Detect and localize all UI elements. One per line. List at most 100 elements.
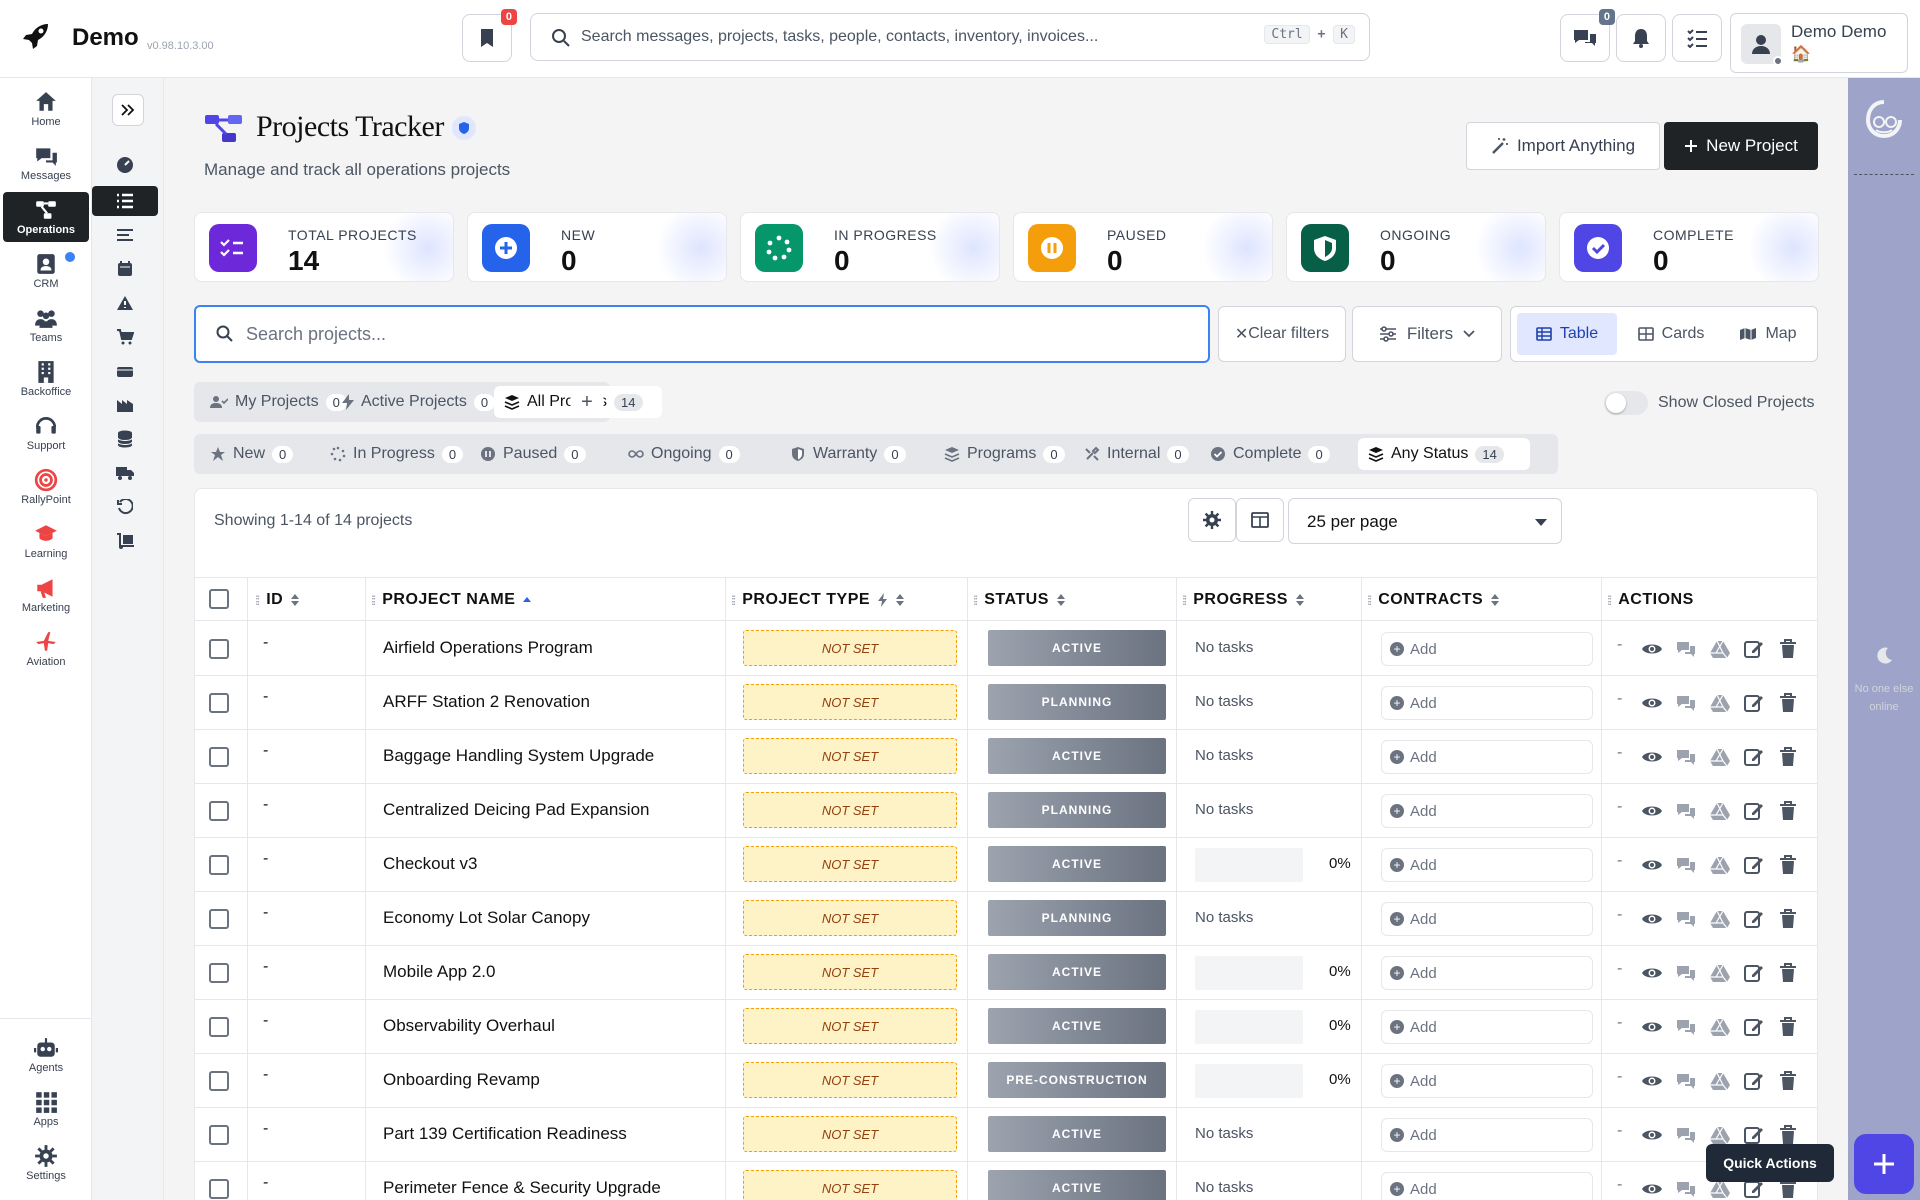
edit-icon[interactable] [1743, 908, 1765, 930]
table-row[interactable]: - Centralized Deicing Pad Expansion NOT SE… [195, 784, 1817, 838]
edit-icon[interactable] [1743, 638, 1765, 660]
project-type-badge[interactable]: NOT SET [743, 630, 957, 666]
status-badge[interactable]: ACTIVE [988, 954, 1166, 990]
drive-icon[interactable] [1709, 962, 1731, 984]
nav-item-messages[interactable]: Messages [3, 138, 89, 188]
nav-item-marketing[interactable]: Marketing [3, 570, 89, 620]
project-search-input[interactable]: Search projects... [194, 305, 1210, 363]
add-contract-button[interactable]: + Add [1381, 902, 1593, 936]
table-row[interactable]: - Perimeter Fence & Security Upgrade NOT S… [195, 1162, 1817, 1200]
row-checkbox[interactable] [209, 1179, 229, 1199]
comments-icon[interactable] [1675, 638, 1697, 660]
view-chip-my-projects[interactable]: My Projects 0 [200, 386, 347, 418]
row-checkbox[interactable] [209, 855, 229, 875]
add-contract-button[interactable]: + Add [1381, 956, 1593, 990]
table-row[interactable]: - Part 139 Certification Readiness NOT SET… [195, 1108, 1817, 1162]
drive-icon[interactable] [1709, 800, 1731, 822]
add-contract-button[interactable]: + Add [1381, 1064, 1593, 1098]
add-view-button[interactable]: + [570, 386, 604, 418]
trash-icon[interactable] [1777, 1124, 1799, 1146]
add-contract-button[interactable]: + Add [1381, 848, 1593, 882]
add-contract-button[interactable]: + Add [1381, 1118, 1593, 1152]
comments-icon[interactable] [1675, 908, 1697, 930]
edit-icon[interactable] [1743, 746, 1765, 768]
comments-icon[interactable] [1675, 1178, 1697, 1200]
col-project-name[interactable]: ⁞⁞ PROJECT NAME [371, 578, 532, 622]
trash-icon[interactable] [1777, 908, 1799, 930]
view-chip-active-projects[interactable]: Active Projects 0 [332, 386, 496, 418]
tasks-button[interactable] [1672, 14, 1722, 62]
chat-button[interactable]: 0 [1560, 9, 1615, 62]
status-badge[interactable]: ACTIVE [988, 630, 1166, 666]
table-row[interactable]: - ARFF Station 2 Renovation NOT SET PLANNIN… [195, 676, 1817, 730]
comments-icon[interactable] [1675, 800, 1697, 822]
assistant-mascot-icon[interactable] [1862, 98, 1906, 142]
new-project-button[interactable]: New Project [1664, 122, 1818, 170]
subnav-history[interactable] [92, 492, 158, 522]
edit-icon[interactable] [1743, 962, 1765, 984]
status-chip-programs[interactable]: Programs 0 [934, 438, 1068, 470]
drive-icon[interactable] [1709, 746, 1731, 768]
status-badge[interactable]: ACTIVE [988, 1116, 1166, 1152]
add-contract-button[interactable]: + Add [1381, 1172, 1593, 1200]
row-checkbox[interactable] [209, 1125, 229, 1145]
subnav-alerts[interactable] [92, 288, 158, 318]
table-row[interactable]: - Checkout v3 NOT SET ACTIVE 0% + Add - [195, 838, 1817, 892]
project-type-badge[interactable]: NOT SET [743, 1008, 957, 1044]
project-name-link[interactable]: Part 139 Certification Readiness [383, 1124, 627, 1144]
row-checkbox[interactable] [209, 747, 229, 767]
trash-icon[interactable] [1777, 854, 1799, 876]
view-map-button[interactable]: Map [1723, 313, 1813, 355]
row-checkbox[interactable] [209, 1071, 229, 1091]
col-project-type[interactable]: ⁞⁞ PROJECT TYPE [731, 578, 905, 622]
table-row[interactable]: - Onboarding Revamp NOT SET PRE-CONSTRUCTIO… [195, 1054, 1817, 1108]
status-badge[interactable]: ACTIVE [988, 846, 1166, 882]
add-contract-button[interactable]: + Add [1381, 794, 1593, 828]
project-type-badge[interactable]: NOT SET [743, 792, 957, 828]
nav-item-operations[interactable]: Operations [3, 192, 89, 242]
edit-icon[interactable] [1743, 800, 1765, 822]
row-checkbox[interactable] [209, 639, 229, 659]
project-name-link[interactable]: Observability Overhaul [383, 1016, 555, 1036]
subnav-delivery[interactable] [92, 458, 158, 488]
project-type-badge[interactable]: NOT SET [743, 1170, 957, 1200]
view-icon[interactable] [1641, 1178, 1663, 1200]
row-checkbox[interactable] [209, 693, 229, 713]
col-id[interactable]: ⁞⁞ ID [255, 578, 300, 622]
project-type-badge[interactable]: NOT SET [743, 846, 957, 882]
add-contract-button[interactable]: + Add [1381, 632, 1593, 666]
nav-item-rallypoint[interactable]: RallyPoint [3, 462, 89, 512]
row-checkbox[interactable] [209, 1017, 229, 1037]
trash-icon[interactable] [1777, 962, 1799, 984]
col-contracts[interactable]: ⁞⁞ CONTRACTS [1367, 578, 1500, 622]
stat-card-total-projects[interactable]: TOTAL PROJECTS 14 [194, 212, 454, 282]
status-chip-ongoing[interactable]: Ongoing 0 [618, 438, 746, 470]
project-type-badge[interactable]: NOT SET [743, 954, 957, 990]
nav-item-agents[interactable]: Agents [3, 1030, 89, 1080]
stat-card-paused[interactable]: PAUSED 0 [1013, 212, 1273, 282]
stat-card-complete[interactable]: COMPLETE 0 [1559, 212, 1819, 282]
view-icon[interactable] [1641, 638, 1663, 660]
quick-actions-button[interactable] [1854, 1134, 1914, 1194]
filters-dropdown[interactable]: Filters [1352, 306, 1502, 362]
table-settings-button[interactable] [1188, 498, 1236, 542]
row-checkbox[interactable] [209, 963, 229, 983]
trash-icon[interactable] [1777, 746, 1799, 768]
status-badge[interactable]: PLANNING [988, 792, 1166, 828]
col-status[interactable]: ⁞⁞ STATUS [973, 578, 1065, 622]
view-icon[interactable] [1641, 746, 1663, 768]
status-chip-new[interactable]: New 0 [200, 438, 294, 470]
project-name-link[interactable]: Baggage Handling System Upgrade [383, 746, 654, 766]
comments-icon[interactable] [1675, 692, 1697, 714]
comments-icon[interactable] [1675, 1124, 1697, 1146]
project-name-link[interactable]: Mobile App 2.0 [383, 962, 495, 982]
edit-icon[interactable] [1743, 854, 1765, 876]
trash-icon[interactable] [1777, 638, 1799, 660]
subnav-cart[interactable] [92, 322, 158, 352]
nav-item-teams[interactable]: Teams [3, 300, 89, 350]
user-menu[interactable]: Demo Demo 🏠 [1730, 13, 1908, 73]
view-icon[interactable] [1641, 1070, 1663, 1092]
view-cards-button[interactable]: Cards [1623, 313, 1719, 355]
nav-item-backoffice[interactable]: Backoffice [3, 354, 89, 404]
row-checkbox[interactable] [209, 909, 229, 929]
